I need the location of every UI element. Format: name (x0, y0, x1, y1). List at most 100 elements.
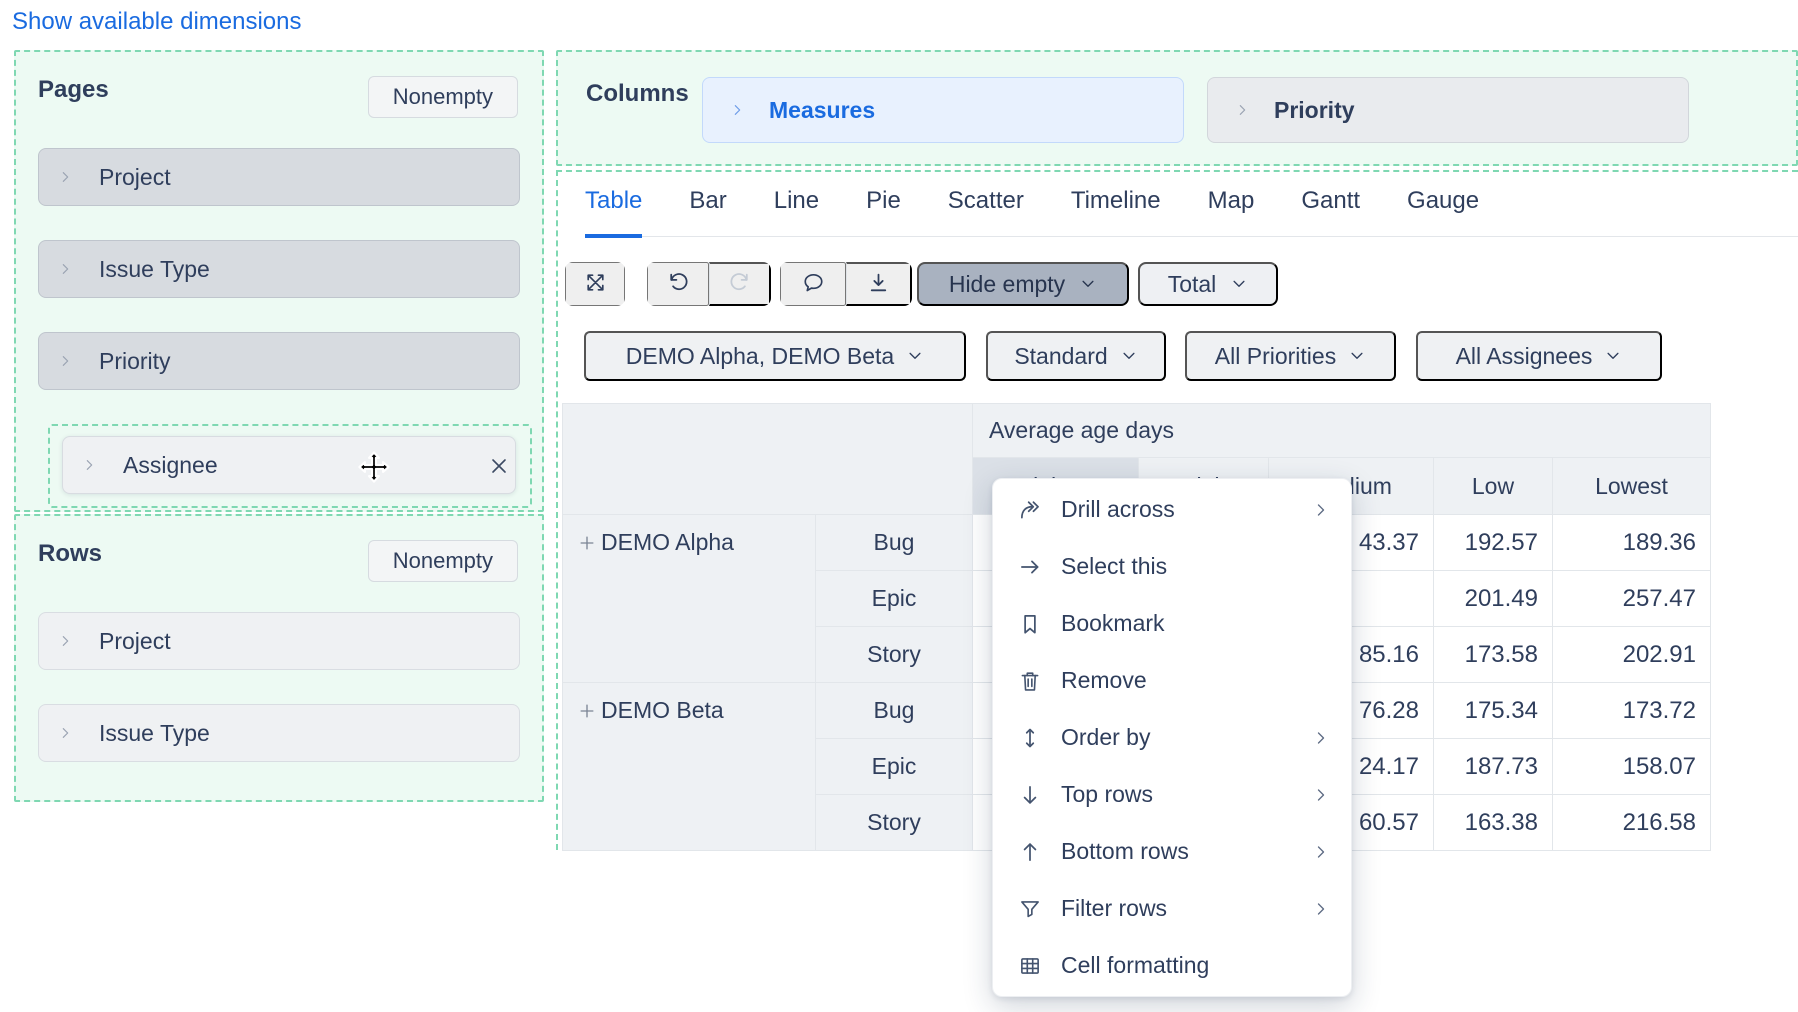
table-corner-cell (563, 404, 973, 515)
tab-line[interactable]: Line (774, 186, 819, 238)
rows-item-issue-type[interactable]: Issue Type (38, 704, 520, 762)
chevron-down-icon (1348, 347, 1366, 365)
pages-item-issue-type[interactable]: Issue Type (38, 240, 520, 298)
row-header-issue-type-bug[interactable]: Bug (816, 515, 973, 571)
tab-map[interactable]: Map (1208, 186, 1255, 238)
chevron-right-icon (57, 261, 73, 277)
data-cell[interactable]: 187.73 (1434, 739, 1553, 795)
tab-scatter[interactable]: Scatter (948, 186, 1024, 238)
chevron-right-icon (57, 353, 73, 369)
tab-gantt[interactable]: Gantt (1301, 186, 1360, 238)
close-icon[interactable] (487, 454, 511, 478)
grid-icon (1017, 953, 1043, 979)
project-label: DEMO Beta (601, 697, 724, 724)
tab-gauge[interactable]: Gauge (1407, 186, 1479, 238)
row-header-project-demo-alpha[interactable]: DEMO Alpha (563, 515, 816, 683)
bookmark-icon (1017, 611, 1043, 637)
data-cell[interactable]: 189.36 (1553, 515, 1711, 571)
show-available-dimensions-link[interactable]: Show available dimensions (12, 8, 302, 36)
data-cell[interactable]: 257.47 (1553, 571, 1711, 627)
row-header-issue-type-epic[interactable]: Epic (816, 739, 973, 795)
filter-all-priorities[interactable]: All Priorities (1185, 331, 1396, 381)
sort-vertical-icon (1017, 725, 1043, 751)
columns-item-label: Measures (769, 97, 875, 124)
undo-button[interactable] (647, 262, 709, 306)
chevron-right-icon (57, 725, 73, 741)
measure-header-cell[interactable]: Average age days (973, 404, 1711, 458)
pages-item-project[interactable]: Project (38, 148, 520, 206)
chevron-right-icon (81, 457, 97, 473)
drag-placeholder: Assignee (48, 424, 532, 508)
row-header-issue-type-epic[interactable]: Epic (816, 571, 973, 627)
row-header-project-demo-beta[interactable]: DEMO Beta (563, 683, 816, 851)
trash-icon (1017, 668, 1043, 694)
expand-plus-icon[interactable] (577, 701, 597, 721)
context-menu-item-select-this[interactable]: Select this (993, 538, 1351, 595)
context-menu-item-order-by[interactable]: Order by (993, 709, 1351, 766)
context-menu-item-bottom-rows[interactable]: Bottom rows (993, 823, 1351, 880)
data-cell[interactable]: 175.34 (1434, 683, 1553, 739)
context-menu-item-top-rows[interactable]: Top rows (993, 766, 1351, 823)
pages-dimension-list: Project Issue Type Priority Assignee (16, 114, 542, 508)
total-dropdown[interactable]: Total (1138, 262, 1278, 306)
columns-item-priority[interactable]: Priority (1207, 77, 1689, 143)
redo-button[interactable] (709, 262, 771, 306)
comment-button[interactable] (780, 262, 846, 306)
undo-icon (666, 270, 691, 298)
context-menu-item-drill-across[interactable]: Drill across (993, 481, 1351, 538)
context-menu-item-label: Select this (1061, 553, 1331, 580)
filter-label: Standard (1014, 343, 1107, 370)
row-header-issue-type-story[interactable]: Story (816, 795, 973, 851)
submenu-chevron-icon (1311, 842, 1331, 862)
data-cell[interactable]: 158.07 (1553, 739, 1711, 795)
tab-bar[interactable]: Bar (689, 186, 726, 238)
filter-demo-alpha-demo-beta[interactable]: DEMO Alpha, DEMO Beta (584, 331, 966, 381)
filter-label: All Priorities (1215, 343, 1336, 370)
expand-button[interactable] (565, 262, 625, 306)
context-menu-item-filter-rows[interactable]: Filter rows (993, 880, 1351, 937)
hide-empty-dropdown[interactable]: Hide empty (917, 262, 1129, 306)
data-cell[interactable]: 192.57 (1434, 515, 1553, 571)
rows-nonempty-button[interactable]: Nonempty (368, 540, 518, 582)
dimension-label: Project (99, 164, 171, 191)
filter-all-assignees[interactable]: All Assignees (1416, 331, 1662, 381)
context-menu-item-bookmark[interactable]: Bookmark (993, 595, 1351, 652)
column-header-lowest[interactable]: Lowest (1553, 458, 1711, 515)
chevron-down-icon (1079, 275, 1097, 293)
pages-item-assignee-dragging[interactable]: Assignee (62, 436, 516, 494)
expand-icon (583, 270, 608, 298)
download-button[interactable] (846, 262, 912, 306)
total-label: Total (1168, 271, 1217, 298)
toolbar-group-history (647, 262, 771, 306)
pages-nonempty-button[interactable]: Nonempty (368, 76, 518, 118)
move-cursor-icon[interactable] (357, 450, 391, 484)
row-header-issue-type-bug[interactable]: Bug (816, 683, 973, 739)
data-cell[interactable]: 173.72 (1553, 683, 1711, 739)
tab-pie[interactable]: Pie (866, 186, 901, 238)
data-cell[interactable]: 216.58 (1553, 795, 1711, 851)
data-cell[interactable]: 173.58 (1434, 627, 1553, 683)
chevron-down-icon (906, 347, 924, 365)
context-menu-item-label: Remove (1061, 667, 1331, 694)
redo-icon (727, 270, 752, 298)
data-cell[interactable]: 163.38 (1434, 795, 1553, 851)
expand-plus-icon[interactable] (577, 533, 597, 553)
tab-timeline[interactable]: Timeline (1071, 186, 1161, 238)
data-cell[interactable]: 201.49 (1434, 571, 1553, 627)
rows-item-project[interactable]: Project (38, 612, 520, 670)
drill-across-icon (1017, 497, 1043, 523)
context-menu-item-cell-formatting[interactable]: Cell formatting (993, 937, 1351, 994)
context-menu-item-label: Bottom rows (1061, 838, 1311, 865)
data-cell[interactable]: 202.91 (1553, 627, 1711, 683)
context-menu-item-label: Cell formatting (1061, 952, 1331, 979)
column-header-low[interactable]: Low (1434, 458, 1553, 515)
pivot-report-builder: Show available dimensions Pages Nonempty… (0, 0, 1798, 1012)
arrow-right-icon (1017, 554, 1043, 580)
context-menu-item-remove[interactable]: Remove (993, 652, 1351, 709)
pages-item-priority[interactable]: Priority (38, 332, 520, 390)
filter-standard[interactable]: Standard (986, 331, 1166, 381)
columns-item-measures[interactable]: Measures (702, 77, 1184, 143)
tab-table[interactable]: Table (585, 186, 642, 238)
submenu-chevron-icon (1311, 899, 1331, 919)
row-header-issue-type-story[interactable]: Story (816, 627, 973, 683)
